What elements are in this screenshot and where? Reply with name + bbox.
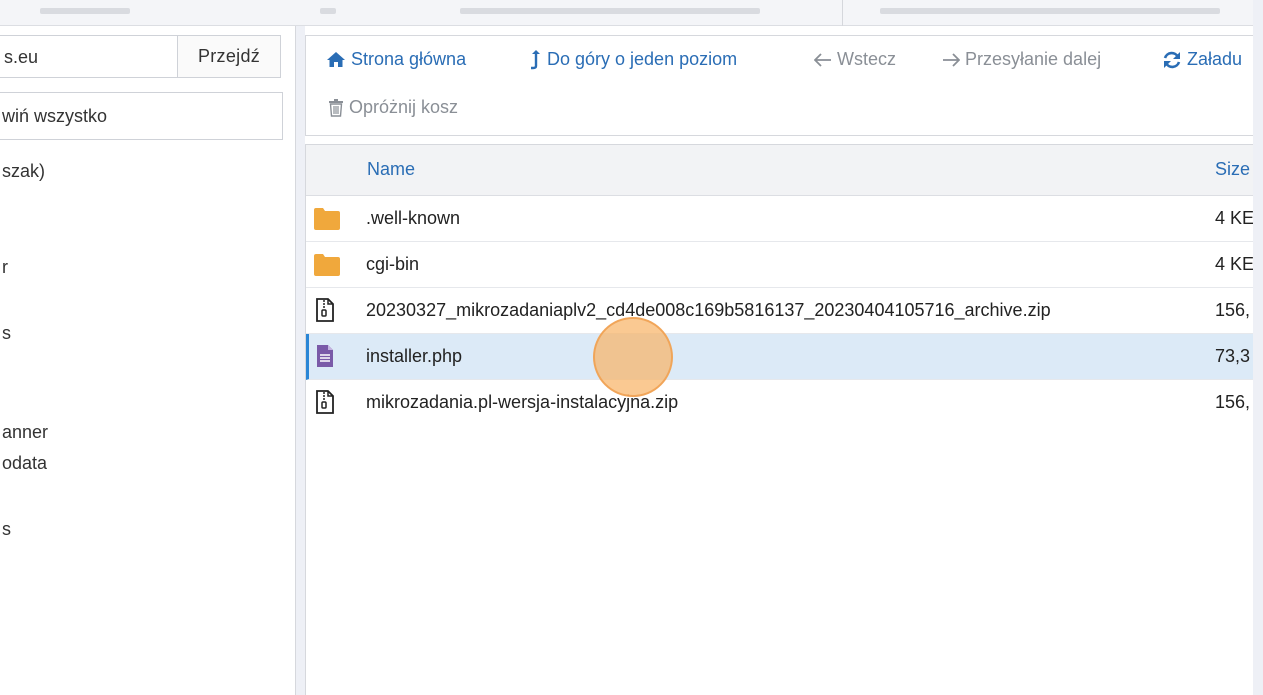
up-level-button[interactable]: Do góry o jeden poziom: [530, 49, 737, 70]
tree-item[interactable]: szak): [2, 161, 45, 182]
top-strip-separator: [842, 0, 843, 26]
file-manager-panel: Strona główna Do góry o jeden poziom Wst…: [305, 26, 1254, 695]
table-row[interactable]: .well-known 4 KE: [306, 196, 1254, 242]
table-row[interactable]: cgi-bin 4 KE: [306, 242, 1254, 288]
collapse-all-button[interactable]: wiń wszystko: [0, 92, 283, 140]
file-name: installer.php: [366, 346, 463, 366]
tree-item[interactable]: r: [2, 257, 8, 278]
back-button[interactable]: Wstecz: [814, 49, 896, 70]
home-label: Strona główna: [351, 49, 467, 69]
top-strip-ghost: [880, 8, 1220, 14]
file-name: cgi-bin: [366, 254, 420, 274]
toolbar: Strona główna Do góry o jeden poziom Wst…: [305, 35, 1253, 136]
zip-file-icon: [316, 390, 342, 414]
column-header-size[interactable]: Size: [1215, 159, 1250, 180]
arrow-left-icon: [814, 52, 832, 67]
trash-icon: [328, 98, 344, 117]
back-label: Wstecz: [837, 49, 897, 69]
file-size: 4 KE: [1215, 208, 1255, 228]
forward-button[interactable]: Przesyłanie dalej: [942, 49, 1101, 70]
refresh-icon: [1162, 51, 1182, 69]
sidebar: s.eu Przejdź wiń wszystko szak) r s anne…: [0, 26, 296, 695]
arrow-right-icon: [942, 52, 960, 67]
home-button[interactable]: Strona główna: [326, 49, 466, 70]
top-strip-ghost: [460, 8, 760, 14]
up-level-label: Do góry o jeden poziom: [547, 49, 738, 69]
column-header-name[interactable]: Name: [367, 159, 415, 180]
php-file-icon: [316, 344, 342, 367]
top-strip-ghost: [320, 8, 336, 14]
tree-item[interactable]: s: [2, 323, 11, 344]
table-header: Name Size: [306, 145, 1254, 196]
tree-item[interactable]: odata: [2, 453, 47, 474]
table-row[interactable]: 20230327_mikrozadaniaplv2_cd4de008c169b5…: [306, 288, 1254, 334]
table-row[interactable]: mikrozadania.pl-wersja-instalacyjna.zip …: [306, 380, 1254, 426]
file-size: 73,3: [1215, 346, 1251, 366]
file-size: 156,: [1215, 392, 1251, 412]
path-input[interactable]: s.eu: [0, 35, 178, 78]
right-gutter: [1253, 0, 1263, 695]
click-indicator: [593, 317, 673, 397]
table-row-selected[interactable]: installer.php 73,3: [306, 334, 1254, 380]
zip-file-icon: [316, 298, 342, 322]
folder-icon: [314, 254, 340, 276]
tree-item[interactable]: s: [2, 519, 11, 540]
top-strip-ghost: [40, 8, 130, 14]
file-size: 156,: [1215, 300, 1251, 320]
top-strip: [0, 0, 1253, 26]
app-frame: s.eu Przejdź wiń wszystko szak) r s anne…: [0, 0, 1263, 695]
home-icon: [326, 51, 346, 68]
empty-trash-button[interactable]: Opróżnij kosz: [328, 97, 458, 118]
file-size: 4 KE: [1215, 254, 1255, 274]
empty-trash-label: Opróżnij kosz: [349, 97, 459, 117]
reload-label: Załadu: [1187, 49, 1243, 69]
go-button[interactable]: Przejdź: [177, 35, 281, 78]
file-table: Name Size .well-known 4 KE cgi-bin 4 KE: [305, 144, 1254, 695]
file-name: .well-known: [366, 208, 461, 228]
level-up-icon: [530, 49, 542, 70]
tree-item[interactable]: anner: [2, 422, 48, 443]
reload-button[interactable]: Załadu: [1162, 49, 1242, 70]
file-name: 20230327_mikrozadaniaplv2_cd4de008c169b5…: [366, 300, 1051, 320]
folder-icon: [314, 208, 340, 230]
forward-label: Przesyłanie dalej: [965, 49, 1102, 69]
